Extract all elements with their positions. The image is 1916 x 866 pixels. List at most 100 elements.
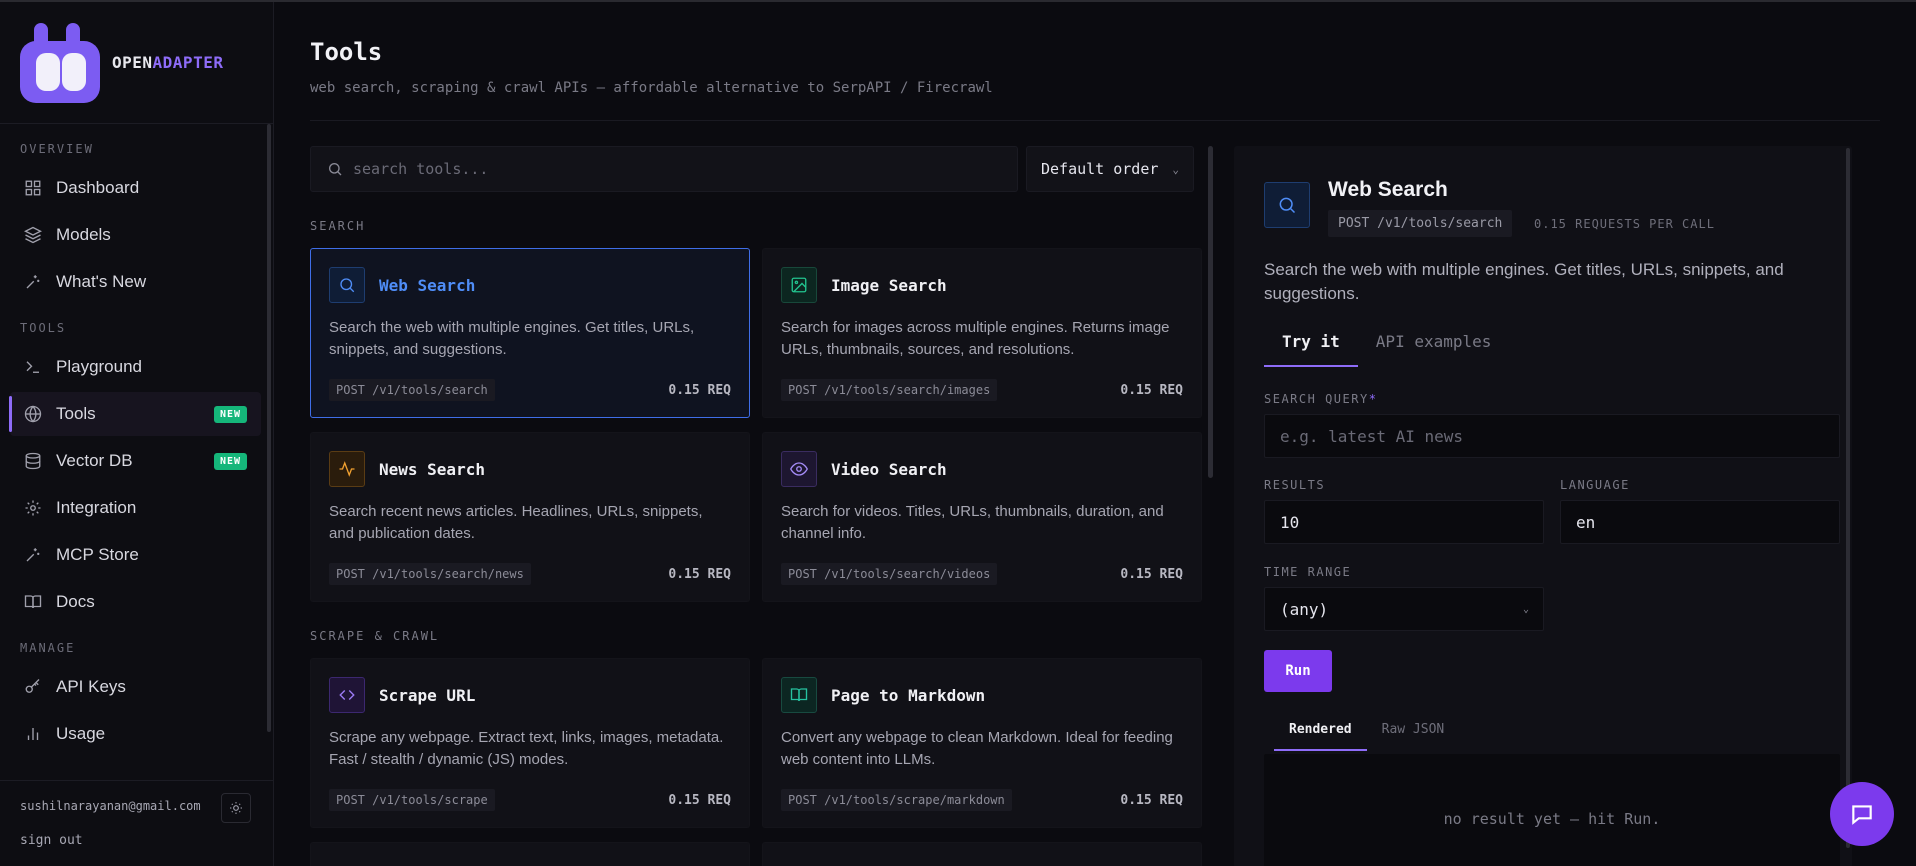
tool-card-title: Page to Markdown xyxy=(831,685,986,705)
sidebar-nav: OVERVIEW Dashboard Models What's New TOO… xyxy=(0,124,273,780)
sidebar: OPENADAPTER OVERVIEW Dashboard Models Wh… xyxy=(0,2,274,866)
sidebar-item-models[interactable]: Models xyxy=(10,213,261,257)
sort-order-select[interactable]: Default order ⌄ xyxy=(1026,146,1194,192)
search-icon xyxy=(1264,182,1310,228)
tool-card-price: 0.15 REQ xyxy=(1120,566,1183,582)
required-marker: * xyxy=(1368,392,1378,406)
detail-title: Web Search xyxy=(1328,178,1448,201)
sidebar-item-label: API Keys xyxy=(56,677,126,696)
sidebar-item-whats-new[interactable]: What's New xyxy=(10,260,261,304)
search-query-input[interactable] xyxy=(1280,426,1839,446)
detail-scrollbar[interactable] xyxy=(1846,148,1850,848)
tool-list-scrollbar[interactable] xyxy=(1208,146,1213,478)
sidebar-item-label: Usage xyxy=(56,724,106,743)
tool-search-bar[interactable] xyxy=(310,146,1018,192)
sidebar-item-integration[interactable]: Integration xyxy=(10,486,261,530)
database-icon xyxy=(25,452,41,470)
tool-card-partial[interactable] xyxy=(762,842,1202,866)
sidebar-item-docs[interactable]: Docs xyxy=(10,580,261,624)
terminal-icon xyxy=(26,361,39,373)
code-icon xyxy=(329,677,365,713)
sidebar-item-label: Integration xyxy=(56,498,137,517)
search-icon xyxy=(329,267,365,303)
tool-card-title: Scrape URL xyxy=(379,685,476,705)
results-field[interactable]: 10 xyxy=(1264,500,1544,544)
activity-icon xyxy=(329,451,365,487)
chevron-down-icon: ⌄ xyxy=(1522,603,1529,615)
tool-card-title: Image Search xyxy=(831,275,947,295)
tool-card-desc: Search for videos. Titles, URLs, thumbna… xyxy=(781,503,1164,542)
tool-card-endpoint: POST /v1/tools/search/news xyxy=(329,563,531,585)
sidebar-item-label: MCP Store xyxy=(56,545,139,564)
tool-card-endpoint: POST /v1/tools/search xyxy=(329,379,495,401)
layers-icon xyxy=(24,226,42,244)
tool-card-price: 0.15 REQ xyxy=(668,382,731,398)
tool-card-price: 0.15 REQ xyxy=(1120,792,1183,808)
sidebar-item-vector-db[interactable]: Vector DB NEW xyxy=(10,439,261,483)
logo-icon xyxy=(20,22,100,103)
time-range-label: TIME RANGE xyxy=(1264,565,1352,579)
sidebar-item-label: Playground xyxy=(56,357,143,376)
language-field[interactable]: en xyxy=(1560,500,1840,544)
globe-icon xyxy=(24,405,42,423)
sidebar-scrollbar[interactable] xyxy=(267,124,271,732)
tool-card-title: Video Search xyxy=(831,459,947,479)
tab-rendered[interactable]: Rendered xyxy=(1274,722,1367,751)
sidebar-item-dashboard[interactable]: Dashboard xyxy=(10,166,261,210)
results-value: 10 xyxy=(1280,512,1300,532)
main-content: Tools web search, scraping & crawl APIs … xyxy=(274,2,1916,866)
tool-card-price: 0.15 REQ xyxy=(668,792,731,808)
detail-tabs: Try it API examples xyxy=(1264,332,1509,367)
search-query-label: SEARCH QUERY* xyxy=(1264,392,1378,406)
tool-card-scrape-url[interactable]: Scrape URL Scrape any webpage. Extract t… xyxy=(310,658,750,828)
tool-card-title: Web Search xyxy=(379,275,476,295)
chat-button[interactable] xyxy=(1830,782,1894,846)
brand[interactable]: OPENADAPTER xyxy=(0,2,273,124)
sidebar-item-api-keys[interactable]: API Keys xyxy=(10,665,261,709)
tool-card-endpoint: POST /v1/tools/search/images xyxy=(781,379,998,401)
theme-toggle-button[interactable] xyxy=(221,793,251,823)
tool-card-desc: Scrape any webpage. Extract text, links,… xyxy=(329,729,724,768)
gear-icon xyxy=(25,500,41,516)
sidebar-item-label: Vector DB xyxy=(56,451,133,470)
grid-icon xyxy=(25,180,41,196)
tool-card-desc: Search the web with multiple engines. Ge… xyxy=(329,319,695,358)
sidebar-item-playground[interactable]: Playground xyxy=(10,345,261,389)
tool-card-page-to-markdown[interactable]: Page to Markdown Convert any webpage to … xyxy=(762,658,1202,828)
nav-section-tools: TOOLS xyxy=(20,321,67,335)
tool-card-web-search[interactable]: Web Search Search the web with multiple … xyxy=(310,248,750,418)
tab-try-it[interactable]: Try it xyxy=(1264,332,1358,367)
tool-detail-panel: Web Search POST /v1/tools/search 0.15 RE… xyxy=(1234,146,1852,866)
tool-card-image-search[interactable]: Image Search Search for images across mu… xyxy=(762,248,1202,418)
sign-out-link[interactable]: sign out xyxy=(20,833,253,848)
sidebar-item-usage[interactable]: Usage xyxy=(10,712,261,756)
tool-card-news-search[interactable]: News Search Search recent news articles.… xyxy=(310,432,750,602)
sort-order-value: Default order xyxy=(1041,160,1159,178)
sidebar-item-mcp-store[interactable]: MCP Store xyxy=(10,533,261,577)
tab-raw-json[interactable]: Raw JSON xyxy=(1367,722,1460,751)
language-value: en xyxy=(1576,512,1596,532)
tab-api-examples[interactable]: API examples xyxy=(1358,332,1510,367)
empty-result-text: no result yet — hit Run. xyxy=(1443,810,1661,828)
tool-card-desc: Search recent news articles. Headlines, … xyxy=(329,503,703,542)
sparkle-icon xyxy=(26,548,40,562)
sun-icon xyxy=(230,802,242,814)
tool-card-video-search[interactable]: Video Search Search for videos. Titles, … xyxy=(762,432,1202,602)
sidebar-footer: sushilnarayanan@gmail.com sign out xyxy=(0,780,273,866)
chat-icon xyxy=(1852,805,1872,825)
page-title: Tools xyxy=(310,38,383,66)
sidebar-item-tools[interactable]: Tools NEW xyxy=(9,392,261,436)
run-button[interactable]: Run xyxy=(1264,650,1332,692)
tool-card-partial[interactable] xyxy=(310,842,750,866)
result-output: no result yet — hit Run. xyxy=(1264,754,1840,866)
tool-card-price: 0.15 REQ xyxy=(1120,382,1183,398)
group-label-search: SEARCH xyxy=(310,219,366,233)
time-range-select[interactable]: (any) ⌄ xyxy=(1264,587,1544,631)
header-divider xyxy=(310,120,1880,121)
search-query-field[interactable] xyxy=(1264,414,1840,458)
user-email: sushilnarayanan@gmail.com xyxy=(20,799,201,813)
search-input[interactable] xyxy=(353,160,953,178)
eye-icon xyxy=(781,451,817,487)
detail-endpoint: POST /v1/tools/search xyxy=(1328,210,1513,237)
tool-card-desc: Convert any webpage to clean Markdown. I… xyxy=(781,729,1173,768)
